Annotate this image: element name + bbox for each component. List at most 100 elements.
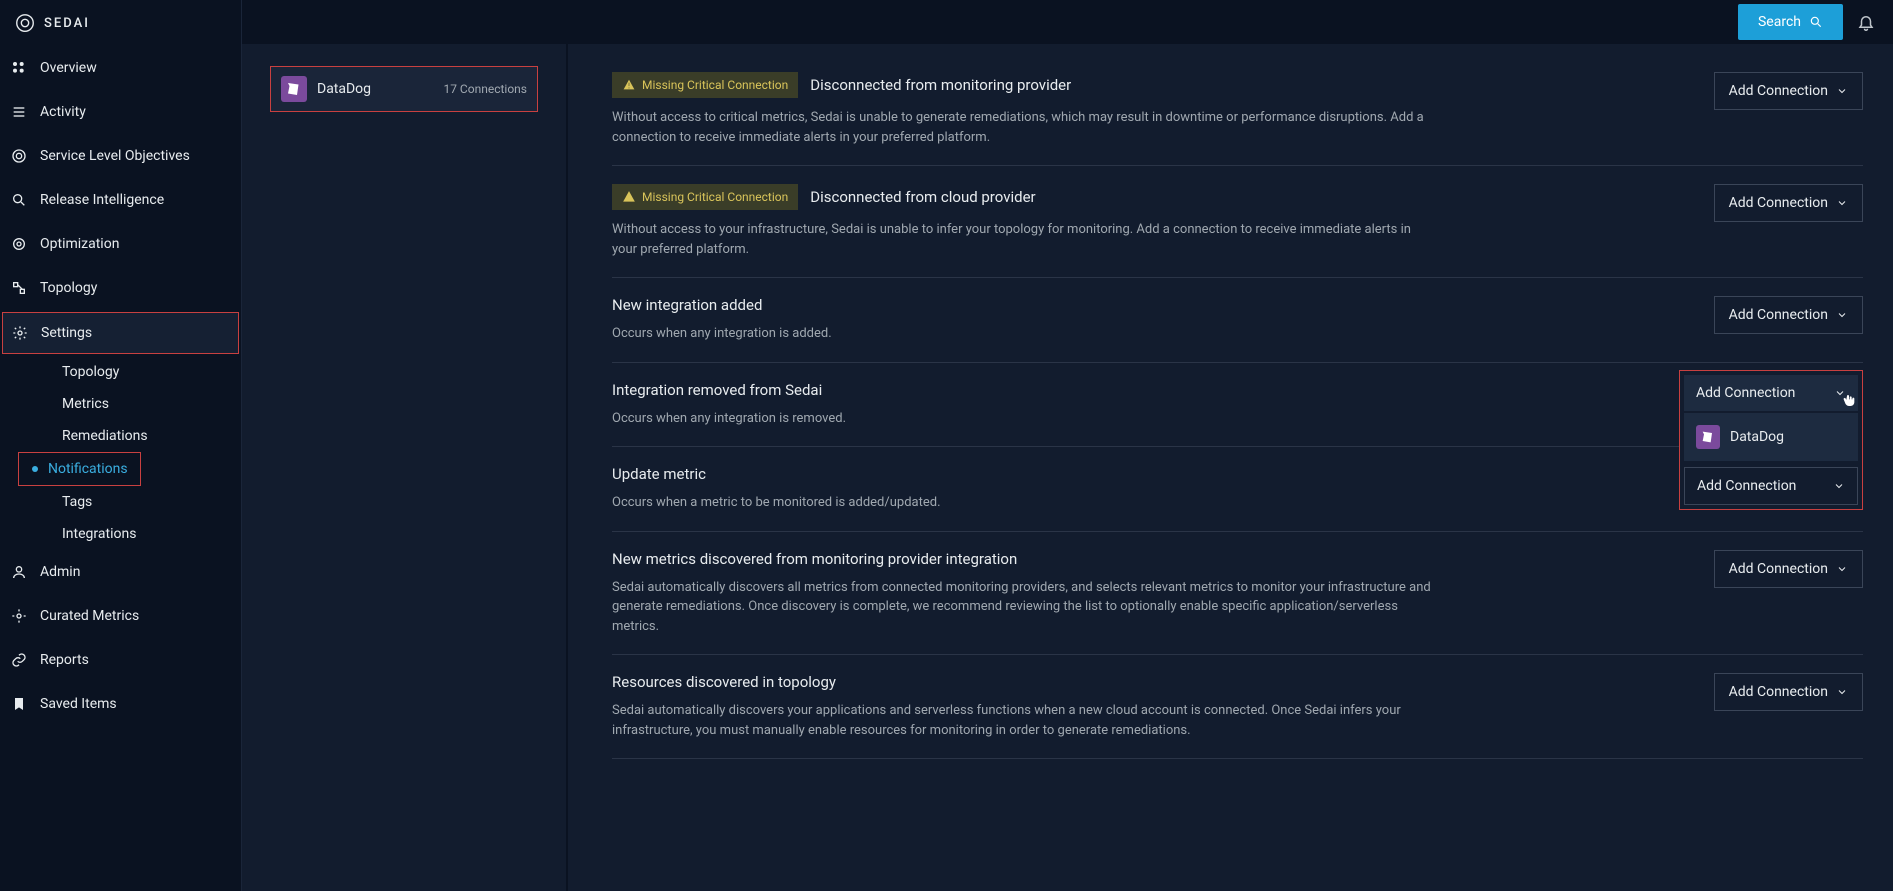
nav-label: Reports — [40, 652, 89, 668]
add-connection-button[interactable]: Add Connection — [1714, 550, 1863, 588]
search-icon — [10, 191, 28, 209]
notification-title: New metrics discovered from monitoring p… — [612, 550, 1017, 568]
sub-integrations[interactable]: Integrations — [32, 518, 241, 550]
notification-item: Missing Critical Connection Disconnected… — [612, 166, 1863, 278]
notification-item: New integration added Occurs when any in… — [612, 278, 1863, 363]
nav-optimization[interactable]: Optimization — [0, 222, 241, 266]
brand-logo: SEDAI — [0, 0, 241, 46]
nav-curated-metrics[interactable]: Curated Metrics — [0, 594, 241, 638]
main-area: Search DataDog 17 Connections — [242, 0, 1893, 891]
notification-description: Sedai automatically discovers all metric… — [612, 578, 1432, 637]
chevron-down-icon — [1833, 480, 1845, 492]
notification-title: Integration removed from Sedai — [612, 381, 822, 399]
list-icon — [10, 103, 28, 121]
topology-icon — [10, 279, 28, 297]
nav-label: Topology — [40, 280, 97, 296]
notifications-list: Missing Critical Connection Disconnected… — [568, 44, 1893, 891]
settings-subnav: Topology Metrics Remediations Notificati… — [0, 356, 241, 550]
notifications-bell-button[interactable] — [1857, 13, 1875, 31]
sub-notifications[interactable]: Notifications — [18, 452, 141, 486]
notification-description: Sedai automatically discovers your appli… — [612, 701, 1432, 740]
sedai-logo-icon — [14, 12, 36, 34]
nav-admin[interactable]: Admin — [0, 550, 241, 594]
main-nav: Overview Activity Service Level Objectiv… — [0, 46, 241, 726]
warning-badge: Missing Critical Connection — [612, 72, 798, 98]
datadog-logo-icon — [1696, 425, 1720, 449]
search-label: Search — [1758, 14, 1801, 30]
nav-label: Overview — [40, 60, 97, 76]
notification-item: Resources discovered in topology Sedai a… — [612, 655, 1863, 759]
warning-icon — [622, 78, 636, 92]
notification-description: Occurs when any integration is removed. — [612, 409, 846, 429]
sub-remediations[interactable]: Remediations — [32, 420, 241, 452]
notification-item: Update metric Occurs when a metric to be… — [612, 447, 1863, 532]
content: DataDog 17 Connections Missing Critical … — [242, 44, 1893, 891]
bell-icon — [1857, 13, 1875, 31]
gear-icon — [11, 324, 29, 342]
provider-name: DataDog — [317, 81, 433, 97]
notification-title: Disconnected from monitoring provider — [810, 76, 1071, 94]
topbar: Search — [242, 0, 1893, 44]
nav-saved-items[interactable]: Saved Items — [0, 682, 241, 726]
nav-label: Optimization — [40, 236, 119, 252]
nav-slo[interactable]: Service Level Objectives — [0, 134, 241, 178]
nav-label: Settings — [41, 325, 92, 341]
add-connection-button[interactable]: Add Connection — [1714, 296, 1863, 334]
chevron-down-icon — [1836, 309, 1848, 321]
link-icon — [10, 651, 28, 669]
gear-icon — [10, 607, 28, 625]
providers-column: DataDog 17 Connections — [242, 44, 566, 891]
notification-title: Disconnected from cloud provider — [810, 188, 1035, 206]
nav-label: Saved Items — [40, 696, 117, 712]
nav-topology[interactable]: Topology — [0, 266, 241, 310]
chevron-down-icon — [1834, 387, 1846, 399]
grid-icon — [10, 59, 28, 77]
dropdown-footer-button[interactable]: Add Connection — [1684, 467, 1858, 505]
chevron-down-icon — [1836, 85, 1848, 97]
datadog-logo-icon — [281, 76, 307, 102]
sub-topology[interactable]: Topology — [32, 356, 241, 388]
sub-tags[interactable]: Tags — [32, 486, 241, 518]
sub-metrics[interactable]: Metrics — [32, 388, 241, 420]
nav-activity[interactable]: Activity — [0, 90, 241, 134]
nav-label: Curated Metrics — [40, 608, 139, 624]
target-icon — [10, 147, 28, 165]
sidebar: SEDAI Overview Activity Service Level Ob… — [0, 0, 242, 891]
search-button[interactable]: Search — [1738, 4, 1843, 40]
add-connection-button[interactable]: Add Connection — [1714, 673, 1863, 711]
search-icon — [1809, 15, 1823, 29]
notification-description: Without access to critical metrics, Seda… — [612, 108, 1432, 147]
nav-label: Activity — [40, 104, 86, 120]
add-connection-dropdown: Add Connection DataDog Add Connection — [1679, 370, 1863, 510]
notification-item: Integration removed from Sedai Occurs wh… — [612, 363, 1863, 448]
user-icon — [10, 563, 28, 581]
notification-description: Occurs when a metric to be monitored is … — [612, 493, 941, 513]
notification-title: Update metric — [612, 465, 706, 483]
notification-description: Without access to your infrastructure, S… — [612, 220, 1432, 259]
notification-title: New integration added — [612, 296, 762, 314]
warning-badge: Missing Critical Connection — [612, 184, 798, 210]
dropdown-header[interactable]: Add Connection — [1684, 375, 1858, 411]
bookmark-icon — [10, 695, 28, 713]
nav-reports[interactable]: Reports — [0, 638, 241, 682]
optimization-icon — [10, 235, 28, 253]
add-connection-button[interactable]: Add Connection — [1714, 72, 1863, 110]
warning-icon — [622, 190, 636, 204]
add-connection-button[interactable]: Add Connection — [1714, 184, 1863, 222]
chevron-down-icon — [1836, 563, 1848, 575]
nav-label: Service Level Objectives — [40, 148, 190, 164]
nav-overview[interactable]: Overview — [0, 46, 241, 90]
nav-release[interactable]: Release Intelligence — [0, 178, 241, 222]
notification-item: Missing Critical Connection Disconnected… — [612, 54, 1863, 166]
nav-label: Admin — [40, 564, 80, 580]
notification-description: Occurs when any integration is added. — [612, 324, 832, 344]
provider-connection-count: 17 Connections — [443, 82, 527, 96]
provider-card-datadog[interactable]: DataDog 17 Connections — [270, 66, 538, 112]
brand-name: SEDAI — [44, 16, 90, 31]
chevron-down-icon — [1836, 197, 1848, 209]
dropdown-option-datadog[interactable]: DataDog — [1684, 413, 1858, 461]
notification-item: New metrics discovered from monitoring p… — [612, 532, 1863, 656]
notification-title: Resources discovered in topology — [612, 673, 836, 691]
nav-settings[interactable]: Settings — [2, 312, 239, 354]
nav-label: Release Intelligence — [40, 192, 164, 208]
